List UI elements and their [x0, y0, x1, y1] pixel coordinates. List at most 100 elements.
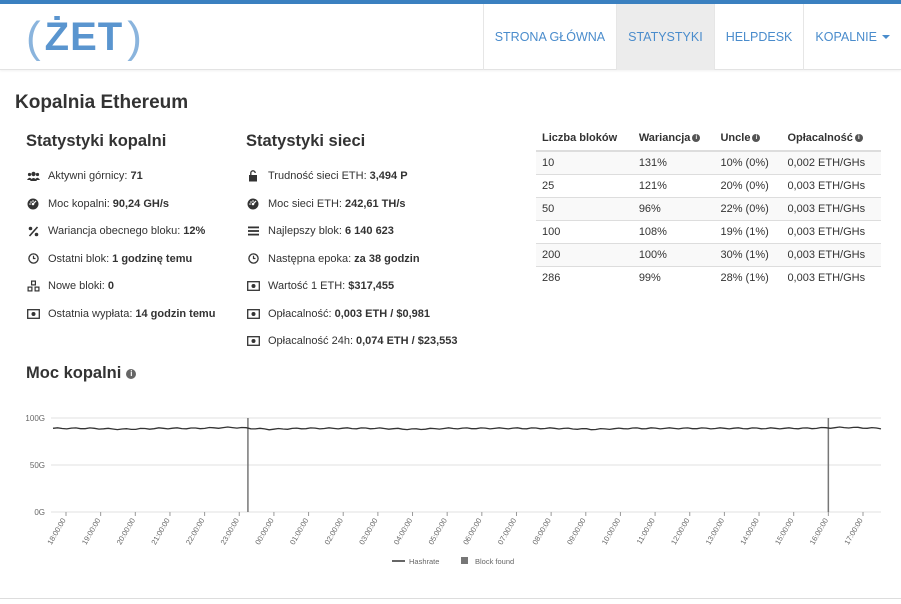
x-tick-label: 04:00:00	[392, 517, 414, 547]
stat-value: za 38 godzin	[354, 252, 420, 265]
network-stats-item: Trudność sieci ETH: 3,494 P	[246, 170, 408, 182]
network-stats-item: Opłacalność: 0,003 ETH / $0,981	[246, 308, 430, 320]
table-cell: 10	[536, 150, 633, 174]
x-tick-label: 13:00:00	[704, 517, 726, 547]
clock-icon	[26, 253, 40, 265]
table-cell: 100%	[632, 242, 715, 266]
users-icon	[26, 170, 40, 182]
nav-item-strona-główna[interactable]: STRONA GŁÓWNA	[482, 4, 616, 70]
brand-logo[interactable]: ( ŻET )	[26, 10, 142, 66]
stat-value: 12%	[183, 225, 206, 237]
x-tick-label: 05:00:00	[427, 517, 449, 547]
stat-value: 71	[130, 170, 143, 182]
money-icon	[246, 335, 260, 347]
network-stats-title: Statystyki sieci	[246, 132, 366, 150]
network-stats-item: Opłacalność 24h: 0,074 ETH / $23,553	[246, 335, 458, 347]
table-cell: 50	[536, 196, 633, 220]
stat-label: Moc sieci ETH:	[268, 197, 342, 210]
lock-icon	[246, 170, 260, 182]
table-cell: 121%	[632, 173, 715, 197]
table-cell: 200	[536, 242, 633, 266]
hashrate-chart: 100G 50G 0G18:00:00 19:00:00 20:00:00 21:00:0…	[25, 414, 882, 566]
table-cell: 131%	[632, 150, 715, 174]
money-icon	[246, 308, 260, 320]
main-nav: STRONA GŁÓWNA STATYSTYKI HELPDESK KOPALNIE	[482, 4, 901, 70]
table-cell: 0,003 ETH/GHs	[781, 265, 881, 289]
table-cell: 0,003 ETH/GHs	[781, 173, 881, 197]
table-row: 286 99% 28% (1%) 0,003 ETH/GHs	[536, 265, 881, 289]
x-tick-label: 06:00:00	[461, 517, 483, 547]
info-icon[interactable]: i	[854, 134, 863, 143]
x-tick-label: 14:00:00	[738, 517, 760, 547]
x-tick-label: 00:00:00	[253, 517, 275, 547]
table-row: 100 108% 19% (1%) 0,003 ETH/GHs	[536, 219, 881, 243]
pool-stats-item: Wariancja obecnego bloku: 12%	[26, 225, 205, 237]
network-stats-item: Moc sieci ETH: 242,61 TH/s	[246, 198, 406, 210]
stat-label: Najlepszy blok:	[268, 225, 342, 237]
x-tick-label: 01:00:00	[288, 517, 310, 547]
table-cell: 0,003 ETH/GHs	[781, 219, 881, 243]
nav-item-helpdesk[interactable]: HELPDESK	[713, 4, 804, 70]
table-row: 200 100% 30% (1%) 0,003 ETH/GHs	[536, 242, 881, 266]
chart-section-title: Moc kopalni i	[26, 364, 137, 383]
y-tick-label: 100G	[25, 414, 45, 423]
legend-hashrate-label: Hashrate	[409, 557, 439, 566]
table-cell: 25	[536, 173, 633, 197]
info-icon[interactable]: i	[692, 134, 701, 143]
table-cell: 100	[536, 219, 633, 243]
clock-icon	[246, 253, 260, 265]
info-icon[interactable]: i	[126, 368, 137, 379]
x-tick-label: 18:00:00	[45, 517, 67, 547]
navbar: ( ŻET ) STRONA GŁÓWNA STATYSTYKI HELPDESK K…	[0, 4, 901, 70]
x-tick-label: 17:00:00	[842, 517, 864, 547]
column-header: Wariancja i	[632, 128, 715, 152]
network-stats-item: Następna epoka: za 38 godzin	[246, 253, 420, 265]
stat-label: Nowe bloki:	[48, 280, 105, 292]
bars-icon	[246, 225, 260, 237]
table-row: 50 96% 22% (0%) 0,003 ETH/GHs	[536, 196, 881, 220]
table-cell: 30% (1%)	[714, 242, 782, 266]
stat-value: 0,003 ETH / $0,981	[334, 307, 430, 320]
y-tick-label: 0G	[34, 508, 45, 517]
info-icon[interactable]: i	[752, 134, 761, 143]
x-tick-label: 09:00:00	[565, 517, 587, 547]
x-tick-label: 08:00:00	[530, 517, 552, 547]
pool-stats-item: Aktywni górnicy: 71	[26, 170, 143, 182]
stat-label: Trudność sieci ETH:	[268, 170, 367, 182]
pool-stats-title: Statystyki kopalni	[26, 132, 167, 150]
column-header: Liczba bloków	[536, 128, 633, 152]
page-title: Kopalnia Ethereum	[15, 92, 189, 113]
table-cell: 22% (0%)	[714, 196, 782, 220]
stat-value: 6 140 623	[344, 225, 394, 237]
x-tick-label: 20:00:00	[115, 517, 137, 547]
table-cell: 20% (0%)	[714, 173, 782, 197]
cubes-icon	[26, 280, 40, 292]
x-tick-label: 19:00:00	[80, 517, 102, 547]
stat-label: Ostatnia wypłata:	[48, 307, 133, 320]
x-tick-label: 15:00:00	[773, 517, 795, 547]
stat-value: $317,455	[348, 280, 395, 292]
table-row: 10 131% 10% (0%) 0,002 ETH/GHs	[536, 150, 881, 174]
x-tick-label: 16:00:00	[808, 517, 830, 547]
network-stats-item: Wartość 1 ETH: $317,455	[246, 280, 394, 292]
pool-stats-item: Nowe bloki: 0	[26, 280, 114, 292]
table-cell: 96%	[632, 196, 715, 220]
nav-item-statystyki[interactable]: STATYSTYKI	[616, 4, 714, 70]
x-tick-label: 22:00:00	[184, 517, 206, 547]
gauge-icon	[246, 198, 260, 210]
table-cell: 0,002 ETH/GHs	[781, 150, 881, 174]
stat-value: 3,494 P	[369, 170, 408, 182]
x-tick-label: 07:00:00	[496, 517, 518, 547]
nav-item-kopalnie[interactable]: KOPALNIE	[803, 4, 901, 70]
x-tick-label: 03:00:00	[357, 517, 379, 547]
gauge-icon	[26, 198, 40, 210]
x-tick-label: 10:00:00	[600, 517, 622, 547]
table-row: 25 121% 20% (0%) 0,003 ETH/GHs	[536, 173, 881, 197]
legend-block-label: Block found	[475, 557, 514, 566]
stat-label: Moc kopalni:	[48, 197, 110, 210]
money-icon	[26, 308, 40, 320]
percent-icon	[26, 225, 40, 237]
stat-label: Aktywni górnicy:	[48, 170, 128, 182]
x-tick-label: 02:00:00	[323, 517, 345, 547]
bottom-divider	[0, 598, 901, 599]
